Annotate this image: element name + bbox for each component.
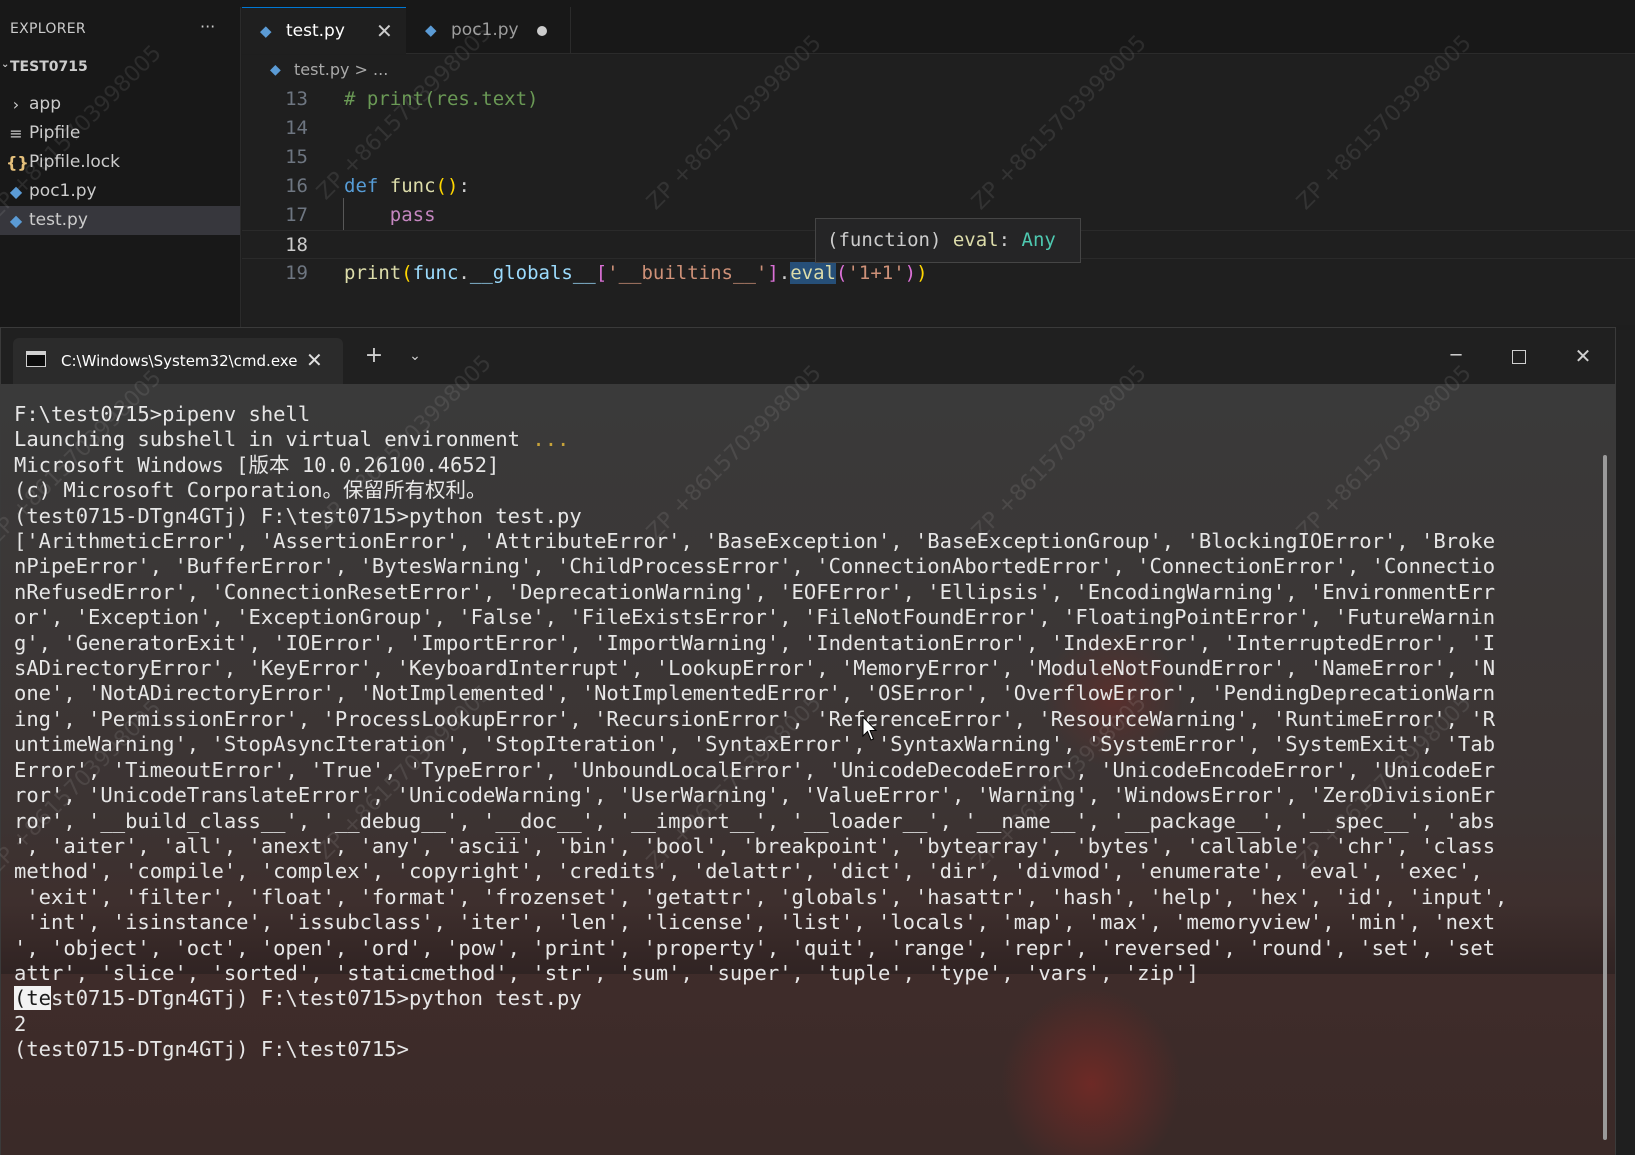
terminal-scrollbar[interactable]	[1603, 455, 1607, 1140]
top-border	[0, 0, 1635, 7]
unsaved-dot-icon[interactable]	[537, 26, 547, 36]
tree-item-label: app	[29, 94, 61, 114]
output-line: ', 'aiter', 'all', 'anext', 'any', 'asci…	[14, 833, 1496, 858]
code-text: def func():	[344, 175, 470, 197]
tree-item-label: test.py	[29, 210, 88, 230]
output-line: or', 'Exception', 'ExceptionGroup', 'Fal…	[14, 605, 1496, 630]
output-line: ing', 'PermissionError', 'ProcessLookupE…	[14, 706, 1496, 731]
breadcrumb: ◆ test.py > ...	[242, 55, 1635, 85]
line-number: 15	[285, 146, 308, 168]
output-line: 'int', 'isinstance', 'issubclass', 'iter…	[14, 910, 1496, 935]
terminal-tab[interactable]: C:\Windows\System32\cmd.exe ✕	[13, 338, 343, 384]
breadcrumb-path[interactable]: test.py > ...	[294, 55, 388, 85]
tree-item-test[interactable]: ◆ test.py	[0, 206, 240, 235]
mouse-cursor-icon	[862, 716, 878, 741]
code-text: print(func.__globals__['__builtins__'].e…	[344, 262, 928, 284]
code-text: pass	[389, 204, 436, 226]
editor-tab-bar: ◆ test.py ✕ ◆ poc1.py	[242, 7, 1635, 54]
line-number: 13	[285, 88, 308, 110]
output-line: (test0715-DTgn4GTj) F:\test0715>	[14, 1037, 409, 1062]
output-line: F:\test0715>pipenv shell	[14, 402, 311, 426]
output-line: (test0715-DTgn4GTj) F:\test0715>python t…	[14, 503, 582, 528]
terminal-output: F:\test0715>pipenv shell Launching subshe…	[14, 402, 1584, 1063]
output-line: (test0715-DTgn4GTj) F:\test0715>python t…	[14, 986, 582, 1011]
close-icon[interactable]: ✕	[376, 8, 393, 55]
explorer-sidebar: EXPLORER ··· ⌄ TEST0715 › app ≡ Pipfile …	[0, 7, 241, 330]
close-window-button[interactable]: ✕	[1568, 328, 1598, 384]
output-line: ', 'object', 'oct', 'open', 'ord', 'pow'…	[14, 935, 1496, 960]
terminal-body[interactable]: F:\test0715>pipenv shell Launching subshe…	[1, 384, 1615, 1155]
vscode-window: EXPLORER ··· ⌄ TEST0715 › app ≡ Pipfile …	[0, 0, 1635, 330]
code-line: 16 def func():	[242, 172, 1635, 201]
terminal-window: C:\Windows\System32\cmd.exe ✕ + ⌄ ─ ✕ F:…	[0, 327, 1616, 1155]
code-line: 14	[242, 114, 1635, 143]
lines-file-icon: ≡	[9, 124, 23, 143]
tree-item-pipfile[interactable]: ≡ Pipfile	[0, 119, 240, 148]
code-line: 19 print(func.__globals__['__builtins__'…	[242, 259, 1635, 288]
python-file-icon: ◆	[425, 21, 437, 39]
code-line: 13 # print(res.text)	[242, 85, 1635, 114]
indent-guide	[343, 198, 344, 230]
output-line: untimeWarning', 'StopAsyncIteration', 'S…	[14, 732, 1496, 757]
code-text: # print(res.text)	[344, 88, 539, 110]
output-line: nPipeError', 'BufferError', 'BytesWarnin…	[14, 554, 1496, 579]
code-line: 15	[242, 143, 1635, 172]
cmd-icon	[26, 351, 46, 367]
tree-item-label: Pipfile	[29, 123, 81, 143]
project-name: TEST0715	[10, 59, 88, 75]
output-line: g', 'GeneratorExit', 'IOError', 'ImportE…	[14, 630, 1496, 655]
maximize-button[interactable]	[1504, 328, 1534, 384]
chevron-down-icon: ⌄	[1, 59, 10, 70]
tree-item-pipfile-lock[interactable]: {} Pipfile.lock	[0, 148, 240, 177]
output-line: nRefusedError', 'ConnectionResetError', …	[14, 579, 1496, 604]
tab-poc1-py[interactable]: ◆ poc1.py	[407, 7, 571, 54]
output-line: ror', 'UnicodeTranslateError', 'UnicodeW…	[14, 783, 1496, 808]
terminal-tab-title: C:\Windows\System32\cmd.exe	[61, 352, 298, 370]
python-file-icon: ◆	[9, 182, 23, 201]
text-selection: (te	[14, 986, 52, 1011]
code-editor[interactable]: 13 # print(res.text) 14 15 16 def func()…	[242, 85, 1635, 325]
hover-tooltip: (function) eval: Any	[815, 218, 1081, 263]
output-line: one', 'NotADirectoryError', 'NotImplemen…	[14, 681, 1496, 706]
tree-item-poc1[interactable]: ◆ poc1.py	[0, 177, 240, 206]
output-line: sADirectoryError', 'KeyError', 'Keyboard…	[14, 656, 1496, 681]
line-number: 17	[285, 204, 308, 226]
output-line: Microsoft Windows [版本 10.0.26100.4652]	[14, 452, 500, 477]
project-folder[interactable]: ⌄ TEST0715	[1, 59, 88, 75]
output-line: ror', '__build_class__', '__debug__', '_…	[14, 808, 1496, 833]
chevron-down-icon[interactable]: ⌄	[401, 328, 429, 384]
tree-item-label: poc1.py	[29, 181, 97, 201]
tree-item-app[interactable]: › app	[0, 90, 240, 119]
json-braces-icon: {}	[6, 153, 29, 172]
output-line: 'exit', 'filter', 'float', 'format', 'fr…	[14, 884, 1508, 909]
python-file-icon: ◆	[270, 62, 281, 78]
output-line: (c) Microsoft Corporation。保留所有权利。	[14, 478, 487, 503]
output-line: Launching subshell in virtual environmen…	[14, 427, 570, 452]
tab-label: poc1.py	[451, 20, 519, 40]
python-file-icon: ◆	[260, 22, 272, 40]
more-actions-icon[interactable]: ···	[200, 17, 215, 36]
terminal-titlebar: C:\Windows\System32\cmd.exe ✕ + ⌄ ─ ✕	[1, 328, 1615, 384]
tree-item-label: Pipfile.lock	[29, 152, 121, 172]
output-line: attr', 'slice', 'sorted', 'staticmethod'…	[14, 960, 1199, 985]
output-line: method', 'compile', 'complex', 'copyrigh…	[14, 859, 1483, 884]
output-line: 2	[14, 1011, 27, 1036]
minimize-button[interactable]: ─	[1441, 328, 1471, 384]
tab-label: test.py	[286, 21, 345, 41]
python-file-icon: ◆	[9, 211, 23, 230]
output-line: ['ArithmeticError', 'AssertionError', 'A…	[14, 529, 1496, 554]
line-number: 16	[285, 175, 308, 197]
line-number: 18	[285, 234, 308, 256]
explorer-title: EXPLORER	[10, 21, 86, 37]
close-icon[interactable]: ✕	[306, 338, 323, 382]
chevron-right-icon: ›	[12, 95, 20, 114]
tab-test-py[interactable]: ◆ test.py ✕	[242, 7, 406, 54]
line-number: 14	[285, 117, 308, 139]
output-line: Error', 'TimeoutError', 'True', 'TypeErr…	[14, 757, 1496, 782]
line-number: 19	[285, 262, 308, 284]
new-tab-button[interactable]: +	[359, 328, 389, 384]
